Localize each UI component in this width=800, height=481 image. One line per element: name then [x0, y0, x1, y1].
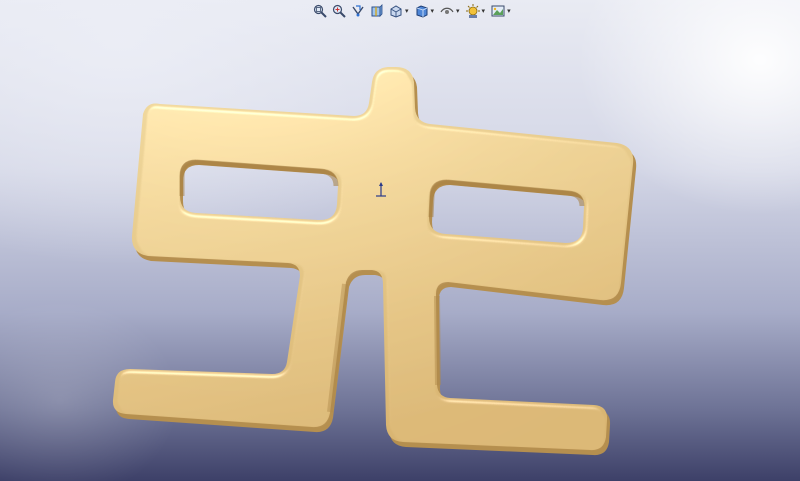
right-leg-shading — [434, 295, 441, 386]
graphics-area[interactable]: ▾ ▾ ▾ ▾ ▾ — [0, 0, 800, 481]
part-model[interactable] — [0, 0, 800, 481]
origin-triad-icon — [376, 182, 386, 197]
